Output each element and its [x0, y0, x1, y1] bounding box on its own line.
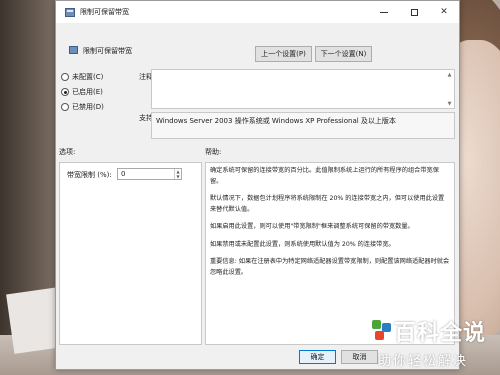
maximize-icon — [410, 8, 418, 16]
radio-enabled[interactable]: 已启用(E) — [61, 87, 103, 97]
bandwidth-limit-spinbox[interactable]: 0 ▲ ▼ — [117, 168, 182, 180]
close-button[interactable]: ✕ — [429, 1, 459, 23]
minimize-icon — [380, 11, 388, 13]
radio-label: 已禁用(D) — [72, 103, 104, 111]
help-paragraph: 如果启用此设置，则可以使用"带宽限制"框来调整系统可保留的带宽数量。 — [210, 223, 414, 230]
previous-setting-button[interactable]: 上一个设置(P) — [255, 46, 312, 62]
window-title: 限制可保留带宽 — [80, 8, 129, 16]
help-paragraph: 如果禁用或未配置此设置，则系统使用默认值为 20% 的连接带宽。 — [210, 240, 395, 248]
radio-circle[interactable] — [61, 103, 69, 111]
radio-not-configured[interactable]: 未配置(C) — [61, 72, 103, 82]
help-paragraph: 默认情况下，数据包计划程序将系统限制在 20% 的连接带宽之内，但可以使用此设置… — [210, 195, 445, 213]
ok-button[interactable]: 确定 — [299, 350, 336, 364]
maximize-button[interactable] — [399, 1, 429, 23]
next-setting-button[interactable]: 下一个设置(N) — [315, 46, 372, 62]
scroll-down-icon[interactable]: ▼ — [446, 100, 453, 107]
policy-header-icon — [69, 46, 78, 54]
radio-disabled[interactable]: 已禁用(D) — [61, 102, 104, 112]
watermark-logo-icon — [372, 320, 392, 342]
help-section-label: 帮助: — [205, 148, 222, 156]
radio-label: 已启用(E) — [72, 88, 103, 96]
options-section-label: 选项: — [59, 148, 76, 156]
watermark-subtitle: 助你轻松解决 — [378, 354, 469, 369]
radio-circle[interactable] — [61, 73, 69, 81]
minimize-button[interactable] — [369, 1, 399, 23]
supported-platform-value: Windows Server 2003 操作系统或 Windows XP Pro… — [156, 117, 396, 125]
scroll-up-icon[interactable]: ▲ — [446, 71, 453, 78]
options-pane: 带宽限制 (%): 0 ▲ ▼ — [59, 162, 202, 345]
comment-textarea[interactable]: ▲ ▼ — [151, 69, 455, 109]
spin-down-icon[interactable]: ▼ — [176, 174, 179, 179]
supported-platform-box: Windows Server 2003 操作系统或 Windows XP Pro… — [151, 112, 455, 139]
watermark-title: 百科全说 — [394, 321, 487, 346]
watermark: 百科全说 助你轻松解决 — [372, 310, 500, 375]
bandwidth-limit-label: 带宽限制 (%): — [67, 171, 112, 179]
policy-title: 限制可保留带宽 — [83, 47, 132, 55]
radio-circle[interactable] — [61, 88, 69, 96]
spin-buttons[interactable]: ▲ ▼ — [174, 169, 181, 179]
watermark-top: 百科全说 — [372, 315, 486, 347]
radio-label: 未配置(C) — [72, 73, 104, 81]
help-paragraph: 确定系统可保留的连接带宽的百分比。此值限制系统上运行的所有程序的组合带宽保留。 — [210, 167, 439, 185]
title-bar[interactable]: 限制可保留带宽 ✕ — [56, 1, 459, 23]
help-paragraph: 重要信息: 如果在注册表中为特定网络适配器设置带宽限制，则配置该网络适配器时就会… — [210, 258, 450, 276]
close-icon: ✕ — [440, 7, 448, 17]
policy-icon — [65, 7, 75, 17]
bandwidth-limit-value: 0 — [121, 170, 126, 178]
